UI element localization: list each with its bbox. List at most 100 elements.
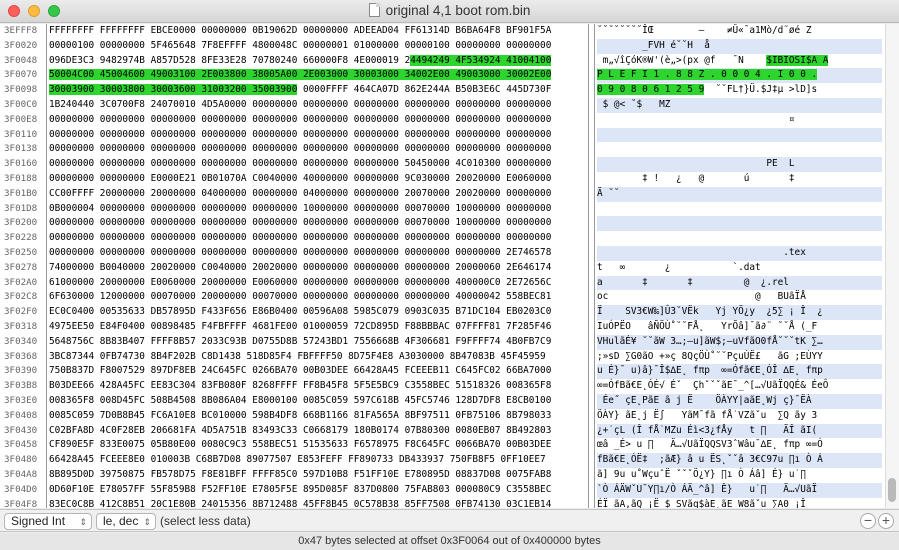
ascii-text[interactable]: .tex: [597, 246, 882, 261]
ascii-text[interactable]: Ã ˘˘: [597, 186, 882, 202]
ascii-text[interactable]: ã] 9u u˚WçuˆË ˇˇˇÖ¿Y} ∏ı Ò Áâ] É} u˙∏: [597, 468, 882, 483]
hex-bytes[interactable]: 0B000004 00000000 00000000 00000000 0000…: [49, 202, 586, 217]
hex-bytes[interactable]: B03DEE66 428A45FC EE83C304 83FB080F 8268…: [49, 379, 586, 394]
ascii-plain[interactable]: m„√îÇóK®W'(è„>(px @f ¯N: [597, 55, 766, 66]
hex-row[interactable]: 3F00C0 1B240440 3C0700F8 24070010 4D5A000…: [0, 98, 899, 113]
ascii-text[interactable]: Ï SV3€W‰]Û3˘VËk Yj YÖ¿y ¿5∑ ¡ Î ¿: [597, 305, 882, 320]
hex-row[interactable]: 3F03B8 B03DEE66 428A45FC EE83C304 83FB080…: [0, 379, 899, 394]
hex-bytes[interactable]: 00000000 00000000 00000000 00000000 0000…: [49, 216, 586, 231]
ascii-text[interactable]: ÉÏ ãA,ãQ ¡Ë $ SVãq$àE˛ãE W8ãˇu ∑A0 ¡Î: [597, 498, 882, 508]
hex-bytes[interactable]: 3BC87344 0FB74730 8B4F202B C8D1438 518D8…: [49, 350, 586, 365]
hex-bytes[interactable]: 00000000 00000000 00000000 00000000 0000…: [49, 142, 586, 157]
hex-bytes[interactable]: 8B895D0D 39750875 FB578D75 F8E81BFF FFFF…: [49, 468, 586, 483]
ascii-selected[interactable]: 0 9 0 8 0 6 1 2 5 9: [597, 84, 705, 96]
ascii-text[interactable]: `Ò ÁÄWˇU¯Y∏ı/Ò ÁÄ_^â] Ê} u˙∏ Ä…√UãÏ: [597, 482, 882, 498]
type-popup[interactable]: Signed Int ⇕: [4, 513, 92, 530]
ascii-text[interactable]: ‡ ! ¿ @ ú ‡: [597, 172, 882, 187]
hex-bytes[interactable]: 096DE3C3 9482974B A857D528 8FE33E28 7078…: [49, 54, 586, 69]
ascii-text[interactable]: [597, 142, 882, 157]
hex-bytes[interactable]: 750B837D F8007529 897DF8EB 24C645FC 0266…: [49, 364, 586, 379]
ascii-text[interactable]: ÖÀY} ãE˛j Ë∫ YãM¯fã fÅ˙VZãˇu ∑Q ãy 3: [597, 409, 882, 424]
hex-row[interactable]: 3F0160 00000000 00000000 00000000 0000000…: [0, 157, 899, 172]
ascii-text[interactable]: [597, 216, 882, 232]
hex-bytes[interactable]: 00000000 00000000 00000000 00000000 0000…: [49, 246, 586, 261]
hex-bytes[interactable]: 66428A45 FCEEE8E0 010003B C68B7D08 89077…: [49, 453, 586, 468]
ascii-text[interactable]: a ‡ ‡ @ ¿.rel: [597, 275, 882, 291]
hex-row[interactable]: 3F0408 0085C059 7D0B8B45 FC6A10E8 BC01000…: [0, 409, 899, 424]
hex-row[interactable]: 3F0318 4975EE50 E84F0400 00898485 F4FBFFF…: [0, 320, 899, 335]
hex-row[interactable]: 3F0250 00000000 00000000 00000000 0000000…: [0, 246, 899, 261]
hex-bytes[interactable]: FFFFFFFF FFFFFFFF EBCE0000 00000000 0B19…: [49, 24, 586, 39]
hex-row[interactable]: 3F0200 00000000 00000000 00000000 0000000…: [0, 216, 899, 232]
hex-row[interactable]: 3F0480 66428A45 FCEEE8E0 010003B C68B7D08…: [0, 453, 899, 468]
ascii-selected[interactable]: $IBIOSI$A A: [766, 54, 829, 66]
ascii-text[interactable]: PE L: [597, 157, 882, 172]
hex-bytes-selected[interactable]: 4494249 4F534924 41004100: [410, 54, 552, 66]
ascii-text[interactable]: IuÓPËO âÑÖÙ˚˘˘FÅ˛ YrÕâ]¯ã∂¨ ˘˘Å (_F: [597, 320, 882, 335]
hex-row[interactable]: 3F02F0 EC0C0400 00535633 DB57895D F433F65…: [0, 305, 899, 320]
hex-bytes[interactable]: EC0C0400 00535633 DB57895D F433F656 E86B…: [49, 305, 586, 320]
ascii-text[interactable]: t ∞ ¿ `.dat: [597, 261, 882, 276]
ascii-text[interactable]: [597, 202, 882, 217]
ascii-text[interactable]: P L E F I 1 . 8 8 Z . 0 0 0 4 . I 0 0 .: [597, 68, 882, 84]
ascii-text[interactable]: ˘˘˘˘˘˘˘˘ÎŒ – ≠Û«¯a1Mò/d˜øé Z: [597, 24, 882, 39]
remove-inspector-button[interactable]: −: [860, 513, 876, 529]
ascii-text[interactable]: oc @ BUãÏÅ: [597, 290, 882, 305]
ascii-text[interactable]: ¿+˙çL (Î fÅ˙MZu Éì<3¿fÅy t ∏ ÄÎ ãI(: [597, 423, 882, 439]
hex-bytes[interactable]: 4975EE50 E84F0400 00898485 F4FBFFFF 4681…: [49, 320, 586, 335]
hex-row[interactable]: 3F01B0 CC00FFFF 20000000 20000000 0400000…: [0, 186, 899, 202]
hex-row[interactable]: 3F0110 00000000 00000000 00000000 0000000…: [0, 127, 899, 143]
hex-row[interactable]: 3F0340 5648756C 8B83B407 FFFF8B57 2033C93…: [0, 334, 899, 350]
ascii-text[interactable]: œâ _É> u ∏ Ä…√UãÏQQSV3ˆWâu¯∆E˛ fπp ∞=Ó: [597, 438, 882, 453]
hex-row[interactable]: 3F04A8 8B895D0D 39750875 FB578D75 F8E81BF…: [0, 468, 899, 483]
endian-popup[interactable]: le, dec ⇕: [96, 513, 156, 530]
add-inspector-button[interactable]: +: [878, 513, 894, 529]
hex-row[interactable]: 3F0390 750B837D F8007529 897DF8EB 24C645F…: [0, 364, 899, 380]
ascii-selected[interactable]: P L E F I 1 . 8 8 Z . 0 0 0 4 . I 0 0 .: [597, 69, 818, 81]
ascii-text[interactable]: ∞=ÓfBã€E˛ÓÉ√ Éˇ ÇhˇˇˇãE¯_^[…√UãÏQQÉ& ÉeÔ: [597, 379, 882, 394]
hex-row[interactable]: 3F00E8 00000000 00000000 00000000 0000000…: [0, 113, 899, 128]
hex-bytes[interactable]: 61000000 20000000 E0060000 20000000 E006…: [49, 276, 586, 291]
hex-row[interactable]: 3F0070 50004C00 45004600 49003100 2E00380…: [0, 68, 899, 84]
hex-bytes[interactable]: 00000000 00000000 00000000 00000000 0000…: [49, 157, 586, 172]
hex-row[interactable]: 3F02C8 6F630000 12000000 00070000 2000000…: [0, 290, 899, 305]
ascii-text[interactable]: ;»sD ∑G0ãO +»ç 8QçÖÙ˚˘˘PçuÙË£ ãG ;EÙYY: [597, 350, 882, 365]
hex-bytes[interactable]: 74000000 B0040000 20020000 C0040000 2002…: [49, 261, 586, 276]
hex-row[interactable]: 3F0188 00000000 00000000 E0000E21 0B01070…: [0, 172, 899, 187]
hex-row[interactable]: 3EFFF8 FFFFFFFF FFFFFFFF EBCE0000 0000000…: [0, 24, 899, 39]
hex-row[interactable]: 3F04F8 83EC0C8B 412C8B51 20C1E80B 2401535…: [0, 498, 899, 508]
hex-row[interactable]: 3F01D8 0B000004 00000000 00000000 0000000…: [0, 202, 899, 217]
hex-row[interactable]: 3F0430 C02BFA8D 4C0F28EB 206681FA 4D5A751…: [0, 423, 899, 439]
ascii-plain[interactable]: ˘˘FL†}Ü.$J‡µ >lD]s: [704, 84, 818, 95]
hex-row[interactable]: 3F0098 30003900 30003800 30003600 3100320…: [0, 83, 899, 98]
hex-row[interactable]: 3F0048 096DE3C3 9482974B A857D528 8FE33E2…: [0, 54, 899, 69]
ascii-text[interactable]: $ @< ˘$ MZ: [597, 98, 882, 113]
hex-bytes[interactable]: 30003900 30003800 30003600 31003200 3500…: [49, 83, 586, 98]
inspector-value[interactable]: (select less data): [160, 514, 251, 528]
hex-bytes[interactable]: 00000100 00000000 5F465648 7F8EFFFF 4800…: [49, 39, 586, 54]
hex-row[interactable]: 3F0020 00000100 00000000 5F465648 7F8EFFF…: [0, 38, 899, 54]
hex-row[interactable]: 3F04D0 0D60F10E E78057FF 55F859B8 F52FF10…: [0, 482, 899, 498]
hex-row[interactable]: 3F0368 3BC87344 0FB74730 8B4F202B C8D1438…: [0, 350, 899, 365]
hex-bytes[interactable]: 5648756C 8B83B407 FFFF8B57 2033C93B D075…: [49, 335, 586, 350]
ascii-text[interactable]: ¤: [597, 113, 882, 128]
hex-bytes-plain[interactable]: 0000FFFF 464CA07D 862E244A B50B3E6C 445D…: [297, 84, 551, 95]
hex-bytes[interactable]: C02BFA8D 4C0F28EB 206681FA 4D5A751B 8349…: [49, 424, 586, 439]
hex-ascii-divider[interactable]: [588, 24, 589, 508]
ascii-text[interactable]: m„√îÇóK®W'(è„>(px @f ¯N $IBIOSI$A A: [597, 54, 882, 69]
hex-bytes[interactable]: 00000000 00000000 00000000 00000000 0000…: [49, 113, 586, 128]
hex-row[interactable]: 3F0458 CF890E5F 833E0075 05B80E00 0080C9C…: [0, 438, 899, 453]
hex-bytes-selected[interactable]: 50004C00 45004600 49003100 2E003800 3800…: [49, 69, 552, 81]
ascii-text[interactable]: Ée˝ çE˛PãE ã j Ë ÖÀYY|aãE˛Wj ç}¯ËÀ: [597, 394, 882, 409]
hex-row[interactable]: 3F0228 00000000 00000000 00000000 0000000…: [0, 231, 899, 246]
hex-bytes[interactable]: 83EC0C8B 412C8B51 20C1E80B 24015356 8B71…: [49, 498, 586, 508]
hex-bytes[interactable]: 00000000 00000000 E0000E21 0B01070A C004…: [49, 172, 586, 187]
ascii-text[interactable]: [597, 127, 882, 143]
hex-bytes[interactable]: 008365F8 008D45FC 508B4508 8B086A04 E800…: [49, 394, 586, 409]
hex-bytes-selected[interactable]: 30003900 30003800 30003600 31003200 3500…: [49, 84, 298, 96]
hex-row[interactable]: 3F03E0 008365F8 008D45FC 508B4508 8B086A0…: [0, 394, 899, 409]
hex-bytes-plain[interactable]: 096DE3C3 9482974B A857D528 8FE33E28 7078…: [49, 55, 410, 66]
hex-bytes[interactable]: 50004C00 45004600 49003100 2E003800 3800…: [49, 68, 586, 83]
hex-row[interactable]: 3F0278 74000000 B0040000 20020000 C004000…: [0, 261, 899, 276]
ascii-text[interactable]: u É}¯ u)â}¯Î$∆E˛ fπp ∞=Ófã€E˛ÓÎ ∆E˛ fπp: [597, 364, 882, 380]
